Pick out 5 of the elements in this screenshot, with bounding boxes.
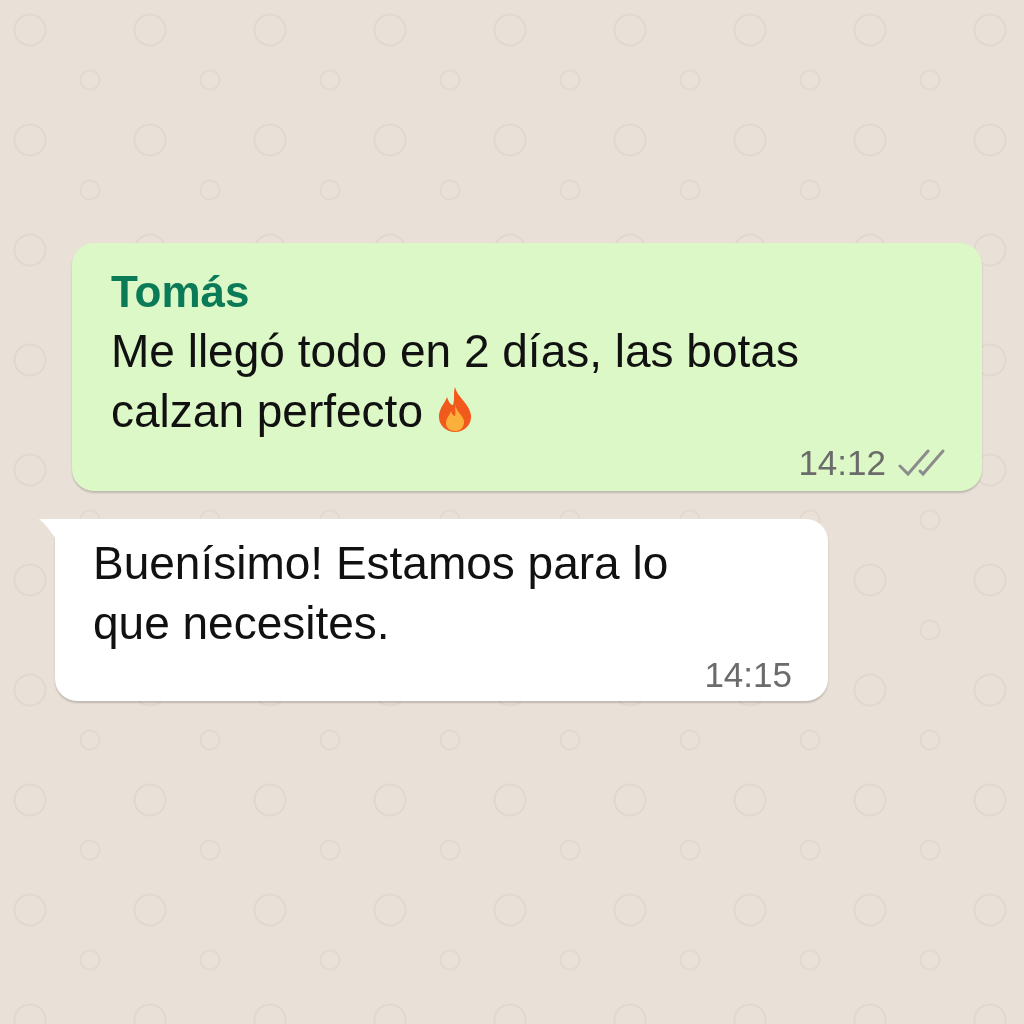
sender-name: Tomás: [111, 266, 250, 318]
message-time: 14:12: [798, 443, 886, 483]
message-text: Buenísimo! Estamos para lo que necesites.: [93, 537, 669, 649]
message-text: Me llegó todo en 2 días, las botas calzan perfecto: [111, 325, 799, 437]
message-time: 14:15: [704, 655, 792, 695]
